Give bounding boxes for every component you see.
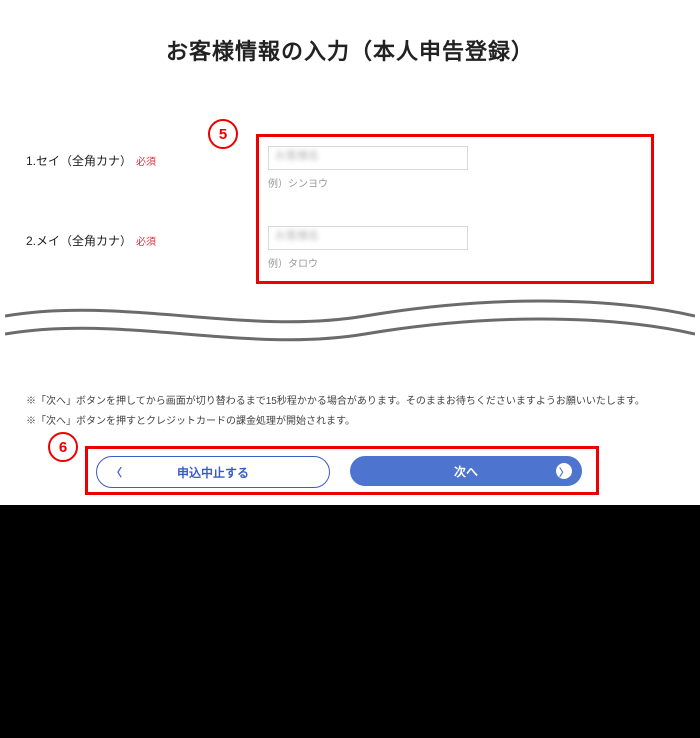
- callout-6: 6: [48, 432, 78, 462]
- required-badge: 必須: [136, 157, 156, 168]
- note-line-1: ※「次へ」ボタンを押してから画面が切り替わるまで15秒程かかる場合があります。そ…: [26, 394, 645, 409]
- page-title: お客様情報の入力（本人申告登録）: [0, 34, 700, 66]
- note-line-2: ※「次へ」ボタンを押すとクレジットカードの課金処理が開始されます。: [26, 414, 355, 429]
- sei-example: 例）シンヨウ: [268, 175, 328, 190]
- next-button[interactable]: 次へ 〉: [350, 456, 582, 486]
- field2-label: 2.メイ（全角カナ）必須: [26, 232, 156, 249]
- mei-example: 例）タロウ: [268, 255, 318, 270]
- field1-label: 1.セイ（全角カナ）必須: [26, 152, 156, 169]
- chevron-right-icon: 〉: [556, 463, 572, 479]
- sei-input-placeholder: お客様名: [275, 150, 319, 162]
- mei-input-placeholder: お客様名: [275, 230, 319, 242]
- sei-input[interactable]: お客様名: [268, 146, 468, 170]
- cancel-button[interactable]: 〈 申込中止する: [96, 456, 330, 488]
- next-button-label: 次へ: [454, 463, 478, 480]
- required-badge: 必須: [136, 237, 156, 248]
- callout-5: 5: [208, 119, 238, 149]
- wave-separator: [5, 294, 695, 354]
- cancel-button-label: 申込中止する: [177, 464, 249, 481]
- bottom-black-region: [0, 505, 700, 738]
- mei-input[interactable]: お客様名: [268, 226, 468, 250]
- chevron-left-icon: 〈: [111, 464, 122, 480]
